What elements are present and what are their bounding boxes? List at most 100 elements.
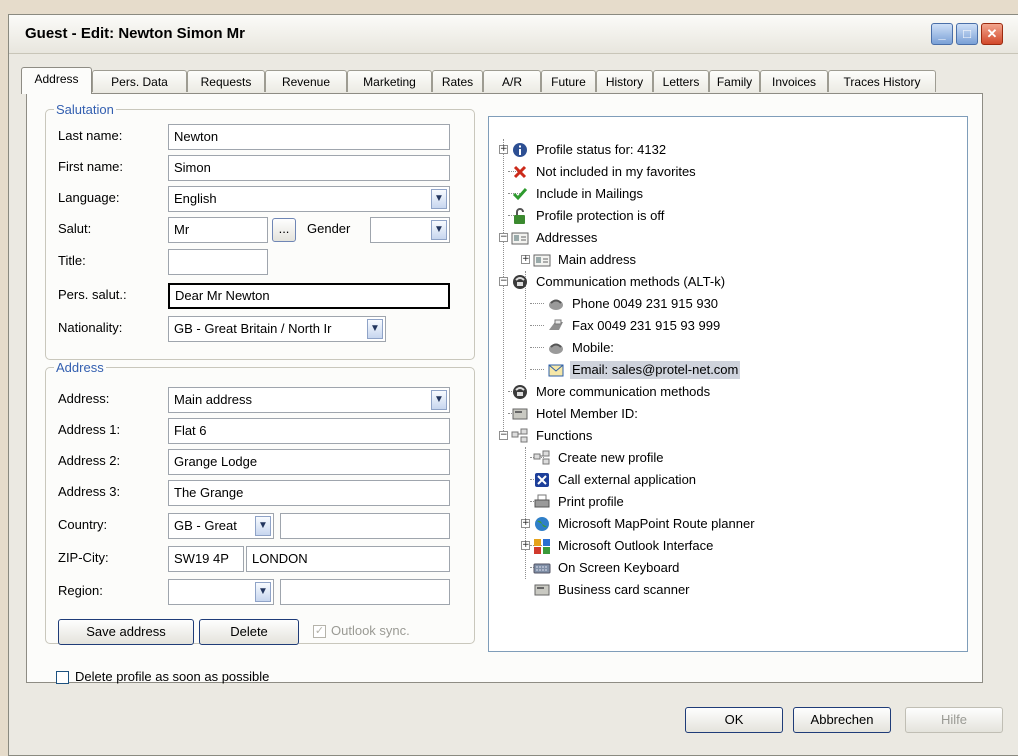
ok-button[interactable]: OK <box>685 707 783 733</box>
tree-node-mappoint[interactable]: Microsoft MapPoint Route planner <box>533 513 757 533</box>
tab-traces-history[interactable]: Traces History <box>828 70 936 92</box>
tab-marketing[interactable]: Marketing <box>347 70 432 92</box>
chevron-down-icon[interactable]: ▼ <box>431 390 447 410</box>
delete-profile-checkbox[interactable] <box>56 671 69 684</box>
salut-picker-button[interactable]: ... <box>272 218 296 242</box>
language-select[interactable]: English ▼ <box>168 186 450 212</box>
profile-tree[interactable]: + − + − − + + Profile status for: 4132 N… <box>488 116 968 652</box>
nationality-select[interactable]: GB - Great Britain / North Ir ▼ <box>168 316 386 342</box>
city-field[interactable]: LONDON <box>246 546 450 572</box>
chevron-down-icon[interactable]: ▼ <box>431 189 447 209</box>
tree-node-mailings[interactable]: Include in Mailings <box>511 183 645 203</box>
pers-salut-field[interactable]: Dear Mr Newton <box>168 283 450 309</box>
expand-toggle[interactable]: + <box>521 541 530 550</box>
language-label: Language: <box>58 190 120 205</box>
zip-field[interactable]: SW19 4P <box>168 546 244 572</box>
tab-ar[interactable]: A/R <box>483 70 541 92</box>
tree-line <box>530 303 544 304</box>
address-select[interactable]: Main address ▼ <box>168 387 450 413</box>
member-card-icon <box>511 405 529 423</box>
country-select[interactable]: GB - Great ▼ <box>168 513 274 539</box>
tab-requests[interactable]: Requests <box>187 70 265 92</box>
guest-edit-window: Guest - Edit: Newton Simon Mr _ □ ✕ Addr… <box>8 14 1018 756</box>
region-extra-field[interactable] <box>280 579 450 605</box>
tree-node-fax[interactable]: Fax 0049 231 915 93 999 <box>547 315 722 335</box>
delete-button[interactable]: Delete <box>199 619 299 645</box>
expand-toggle[interactable]: + <box>521 519 530 528</box>
save-address-button[interactable]: Save address <box>58 619 194 645</box>
tree-node-outlook[interactable]: Microsoft Outlook Interface <box>533 535 715 555</box>
green-check-icon <box>511 185 529 203</box>
first-name-field[interactable]: Simon <box>168 155 450 181</box>
tree-node-favorites[interactable]: Not included in my favorites <box>511 161 698 181</box>
tab-revenue[interactable]: Revenue <box>265 70 347 92</box>
address3-field[interactable]: The Grange <box>168 480 450 506</box>
tree-node-main-address[interactable]: Main address <box>533 249 638 269</box>
help-button[interactable]: Hilfe <box>905 707 1003 733</box>
minimize-icon: _ <box>938 26 946 41</box>
outlook-icon <box>533 537 551 555</box>
tab-address[interactable]: Address <box>21 67 92 94</box>
minimize-button[interactable]: _ <box>931 23 953 45</box>
chevron-down-icon[interactable]: ▼ <box>255 516 271 536</box>
address3-label: Address 3: <box>58 484 121 499</box>
tree-node-keyboard[interactable]: On Screen Keyboard <box>533 557 681 577</box>
tree-node-addresses[interactable]: Addresses <box>511 227 599 247</box>
close-button[interactable]: ✕ <box>981 23 1003 45</box>
collapse-toggle[interactable]: − <box>499 233 508 242</box>
outlook-sync-checkbox[interactable]: ✓ <box>313 625 326 638</box>
cancel-button[interactable]: Abbrechen <box>793 707 891 733</box>
tab-future[interactable]: Future <box>541 70 596 92</box>
tree-node-mobile[interactable]: Mobile: <box>547 337 616 357</box>
tab-family[interactable]: Family <box>709 70 760 92</box>
tab-letters[interactable]: Letters <box>653 70 709 92</box>
chevron-down-icon[interactable]: ▼ <box>431 220 447 240</box>
address2-field[interactable]: Grange Lodge <box>168 449 450 475</box>
telephone-icon <box>511 383 529 401</box>
tree-node-more-comm[interactable]: More communication methods <box>511 381 712 401</box>
tree-node-comm-methods[interactable]: Communication methods (ALT-k) <box>511 271 727 291</box>
address1-field[interactable]: Flat 6 <box>168 418 450 444</box>
tree-node-label: On Screen Keyboard <box>558 559 680 575</box>
tree-node-label: Profile protection is off <box>536 207 665 223</box>
maximize-button[interactable]: □ <box>956 23 978 45</box>
tab-invoices[interactable]: Invoices <box>760 70 828 92</box>
chevron-down-icon[interactable]: ▼ <box>367 319 383 339</box>
tree-node-protection[interactable]: Profile protection is off <box>511 205 666 225</box>
tree-line <box>530 347 544 348</box>
salut-field[interactable]: Mr <box>168 217 268 243</box>
close-icon: ✕ <box>986 26 998 41</box>
country-extra-field[interactable] <box>280 513 450 539</box>
region-select[interactable]: ▼ <box>168 579 274 605</box>
chevron-down-icon[interactable]: ▼ <box>255 582 271 602</box>
tree-node-print-profile[interactable]: Print profile <box>533 491 626 511</box>
tree-node-card-scanner[interactable]: Business card scanner <box>533 579 692 599</box>
tab-rates[interactable]: Rates <box>432 70 483 92</box>
last-name-field[interactable]: Newton <box>168 124 450 150</box>
gender-select[interactable]: ▼ <box>370 217 450 243</box>
red-x-icon <box>511 163 529 181</box>
country-value: GB - Great <box>174 518 237 533</box>
tree-node-email[interactable]: Email: sales@protel-net.com <box>547 359 741 379</box>
tree-node-functions[interactable]: Functions <box>511 425 594 445</box>
printer-icon <box>533 493 551 511</box>
keyboard-icon <box>533 559 551 577</box>
tree-node-call-external[interactable]: Call external application <box>533 469 698 489</box>
tab-pers-data[interactable]: Pers. Data <box>92 70 187 92</box>
title-field[interactable] <box>168 249 268 275</box>
collapse-toggle[interactable]: − <box>499 431 508 440</box>
collapse-toggle[interactable]: − <box>499 277 508 286</box>
address-select-label: Address: <box>58 391 110 406</box>
tree-node-label: More communication methods <box>536 383 711 399</box>
tree-node-create-profile[interactable]: Create new profile <box>533 447 666 467</box>
fax-icon <box>547 317 565 335</box>
expand-toggle[interactable]: + <box>499 145 508 154</box>
mobile-phone-icon <box>547 339 565 357</box>
title-bar[interactable]: Guest - Edit: Newton Simon Mr _ □ ✕ <box>9 15 1018 54</box>
tree-node-phone[interactable]: Phone 0049 231 915 930 <box>547 293 720 313</box>
tree-node-hotel-member[interactable]: Hotel Member ID: <box>511 403 640 423</box>
tab-history[interactable]: History <box>596 70 653 92</box>
tree-node-profile-status[interactable]: Profile status for: 4132 <box>511 139 668 159</box>
tree-node-label: Include in Mailings <box>536 185 643 201</box>
expand-toggle[interactable]: + <box>521 255 530 264</box>
